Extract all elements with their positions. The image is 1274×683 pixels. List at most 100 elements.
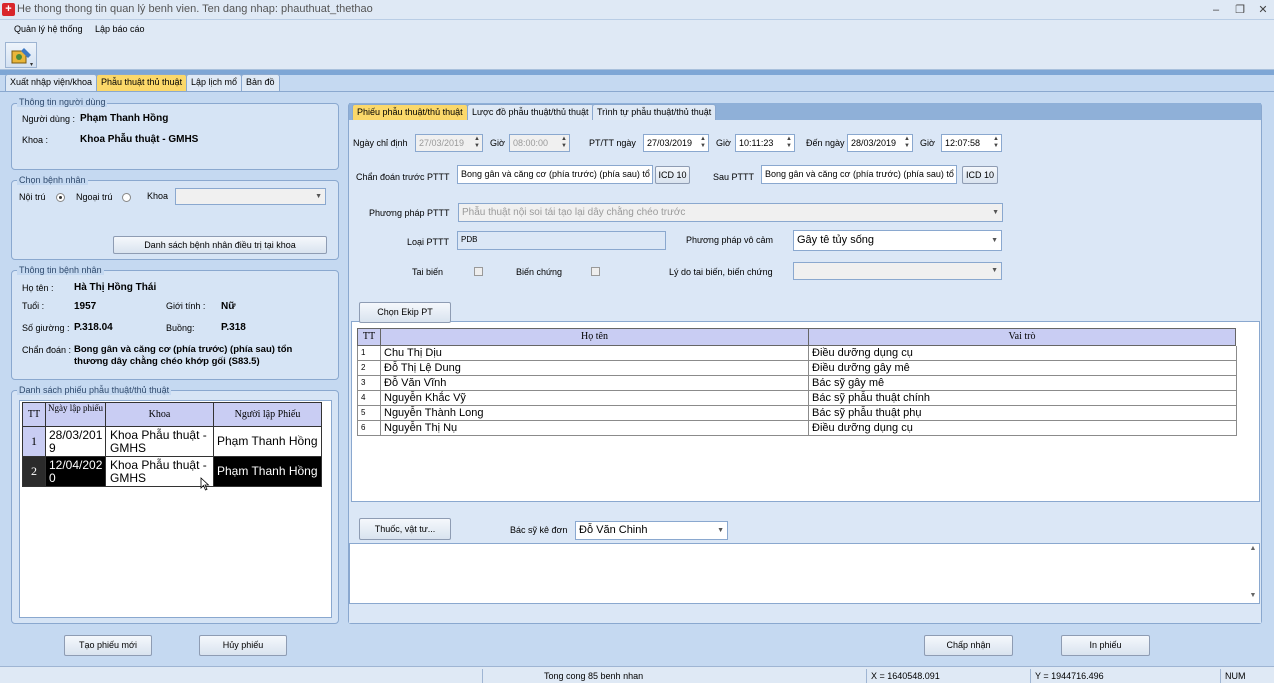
- ekip-row-name[interactable]: Đỗ Văn Vĩnh: [380, 376, 809, 391]
- close-button[interactable]: ✕: [1252, 2, 1274, 18]
- ekip-row-tt[interactable]: 4: [357, 391, 381, 406]
- ekip-row-tt[interactable]: 1: [357, 346, 381, 361]
- spinner-icon: ▲ ▼: [700, 136, 706, 149]
- assign-time-input[interactable]: 08:00:00 ▲ ▼: [509, 134, 570, 152]
- ekip-row-role[interactable]: Điều dưỡng dụng cụ: [808, 421, 1237, 436]
- form-row-date-l1: 28/03/201: [49, 428, 103, 442]
- reason-combo[interactable]: ▼: [793, 262, 1002, 280]
- method-label: Phương pháp PTTT: [369, 208, 450, 218]
- to-date-label: Đến ngày: [806, 138, 845, 148]
- restore-button[interactable]: ❐: [1229, 2, 1251, 18]
- window-title: He thong thong tin quan lý benh vien. Te…: [17, 3, 373, 15]
- complication-label: Biến chứng: [516, 267, 563, 277]
- meds-textarea[interactable]: [349, 543, 1260, 604]
- form-list-header-creator: Người lập Phiếu: [213, 402, 322, 427]
- mouse-cursor-icon: [200, 477, 210, 491]
- spinner-icon: ▲ ▼: [993, 136, 999, 149]
- anesth-label: Phương pháp vô cảm: [686, 235, 773, 245]
- form-row-creator[interactable]: Phạm Thanh Hồng: [213, 456, 322, 487]
- form-row-creator[interactable]: Phạm Thanh Hồng: [213, 426, 322, 457]
- assign-time-label: Giờ: [490, 138, 505, 148]
- form-row-tt[interactable]: 2: [22, 456, 46, 487]
- menu-system[interactable]: Quản lý hệ thống: [14, 24, 83, 34]
- new-form-button[interactable]: Tạo phiếu mới: [64, 635, 152, 656]
- assign-date-value: 27/03/2019: [419, 138, 465, 148]
- assign-date-input[interactable]: 27/03/2019 ▲ ▼: [415, 134, 483, 152]
- form-row-date[interactable]: 28/03/201 9: [45, 426, 106, 457]
- post-diag-input[interactable]: Bong gân và căng cơ (phía trước) (phía s…: [761, 165, 957, 184]
- ekip-row-role[interactable]: Bác sỹ gây mê: [808, 376, 1237, 391]
- ekip-row-tt[interactable]: 5: [357, 406, 381, 421]
- anesth-combo[interactable]: Gây tê tủy sống ▼: [793, 230, 1002, 251]
- ekip-row-role[interactable]: Điều dưỡng dụng cụ: [808, 346, 1237, 361]
- gender-label: Giới tính :: [166, 301, 206, 311]
- type-label: Loại PTTT: [407, 237, 450, 247]
- accident-checkbox[interactable]: [474, 267, 483, 276]
- subtab-sequence[interactable]: Trình tự phẫu thuật/thủ thuật: [592, 104, 717, 120]
- ekip-row-name[interactable]: Đỗ Thị Lệ Dung: [380, 361, 809, 376]
- subtab-form[interactable]: Phiếu phẫu thuật/thủ thuật: [352, 104, 468, 120]
- diag-value-line1: Bong gân và căng cơ (phía trước) (phía s…: [74, 344, 293, 355]
- tab-map[interactable]: Bản đồ: [241, 74, 280, 91]
- diag-value-line2: thương dây chằng chéo khớp gối (S83.5): [74, 356, 260, 367]
- tab-schedule[interactable]: Lập lịch mổ: [186, 74, 243, 91]
- to-date-input[interactable]: 28/03/2019 ▲ ▼: [847, 134, 913, 152]
- form-row-date[interactable]: 12/04/202 0: [45, 456, 106, 487]
- pre-icd-button[interactable]: ICD 10: [655, 166, 690, 184]
- cancel-form-button[interactable]: Hủy phiếu: [199, 635, 287, 656]
- ekip-row-role[interactable]: Bác sỹ phẫu thuật chính: [808, 391, 1237, 406]
- pt-time-input[interactable]: 10:11:23 ▲ ▼: [735, 134, 795, 152]
- patient-dept-combo[interactable]: ▼: [175, 188, 326, 205]
- ekip-row-tt[interactable]: 2: [357, 361, 381, 376]
- pt-time-label: Giờ: [716, 138, 731, 148]
- to-time-input[interactable]: 12:07:58 ▲ ▼: [941, 134, 1002, 152]
- status-total-text: Tong cong 85 benh nhan: [544, 671, 644, 681]
- meds-scrollbar[interactable]: ▲ ▼: [1247, 545, 1259, 602]
- accept-button[interactable]: Chấp nhận: [924, 635, 1013, 656]
- ekip-row-role[interactable]: Điều dưỡng gây mê: [808, 361, 1237, 376]
- gender-value: Nữ: [221, 301, 236, 312]
- form-row-date-l2: 0: [49, 471, 56, 485]
- tool-button[interactable]: [5, 42, 37, 68]
- minimize-button[interactable]: –: [1205, 2, 1227, 18]
- scroll-down-icon: ▼: [1249, 592, 1257, 599]
- method-combo[interactable]: Phẫu thuật nội soi tái tạo lại dây chằng…: [458, 203, 1003, 222]
- ekip-row-tt[interactable]: 3: [357, 376, 381, 391]
- inpatient-radio[interactable]: [56, 193, 65, 202]
- form-row-dept[interactable]: Khoa Phẫu thuật - GMHS: [105, 456, 214, 487]
- post-icd-button[interactable]: ICD 10: [962, 166, 998, 184]
- tab-admission[interactable]: Xuất nhập viện/khoa: [5, 74, 98, 91]
- patient-select-label: Chọn bệnh nhân: [17, 175, 88, 185]
- pt-date-input[interactable]: 27/03/2019 ▲ ▼: [643, 134, 709, 152]
- form-row-tt[interactable]: 1: [22, 426, 46, 457]
- type-input[interactable]: PDB: [457, 231, 666, 250]
- age-label: Tuổi :: [22, 301, 45, 311]
- name-value: Hà Thị Hồng Thái: [74, 282, 157, 293]
- choose-ekip-button[interactable]: Chọn Ekip PT: [359, 302, 451, 323]
- ekip-row-role[interactable]: Bác sỹ phẫu thuật phụ: [808, 406, 1237, 421]
- complication-checkbox[interactable]: [591, 267, 600, 276]
- ekip-row-tt[interactable]: 6: [357, 421, 381, 436]
- form-list-label: Danh sách phiếu phẫu thuật/thủ thuật: [17, 385, 172, 395]
- print-button[interactable]: In phiếu: [1061, 635, 1150, 656]
- tab-surgery[interactable]: Phẫu thuật thủ thuật: [96, 74, 188, 91]
- app-icon: +: [2, 3, 15, 16]
- name-label: Họ tên :: [22, 283, 54, 293]
- form-row-dept[interactable]: Khoa Phẫu thuật - GMHS: [105, 426, 214, 457]
- menu-reports[interactable]: Lập báo cáo: [95, 24, 145, 34]
- ekip-row-name[interactable]: Nguyễn Khắc Vỹ: [380, 391, 809, 406]
- patient-list-button[interactable]: Danh sách bệnh nhân điều trị tại khoa: [113, 236, 327, 254]
- patient-info-label: Thông tin bệnh nhân: [17, 265, 104, 275]
- subtab-diagram[interactable]: Lược đồ phẫu thuật/thủ thuật: [467, 104, 594, 120]
- doctor-combo[interactable]: Đỗ Văn Chinh ▼: [575, 521, 728, 540]
- ekip-row-name[interactable]: Nguyễn Thị Nụ: [380, 421, 809, 436]
- meds-button[interactable]: Thuốc, vật tư...: [359, 518, 451, 540]
- inpatient-label: Nội trú: [19, 192, 46, 202]
- pre-diag-input[interactable]: Bong gân và căng cơ (phía trước) (phía s…: [457, 165, 653, 184]
- ekip-row-name[interactable]: Chu Thị Dịu: [380, 346, 809, 361]
- ekip-row-name[interactable]: Nguyễn Thành Long: [380, 406, 809, 421]
- doctor-label: Bác sỹ kê đơn: [510, 525, 568, 535]
- spinner-icon: ▲ ▼: [904, 136, 910, 149]
- post-diag-label: Sau PTTT: [713, 172, 755, 182]
- outpatient-radio[interactable]: [122, 193, 131, 202]
